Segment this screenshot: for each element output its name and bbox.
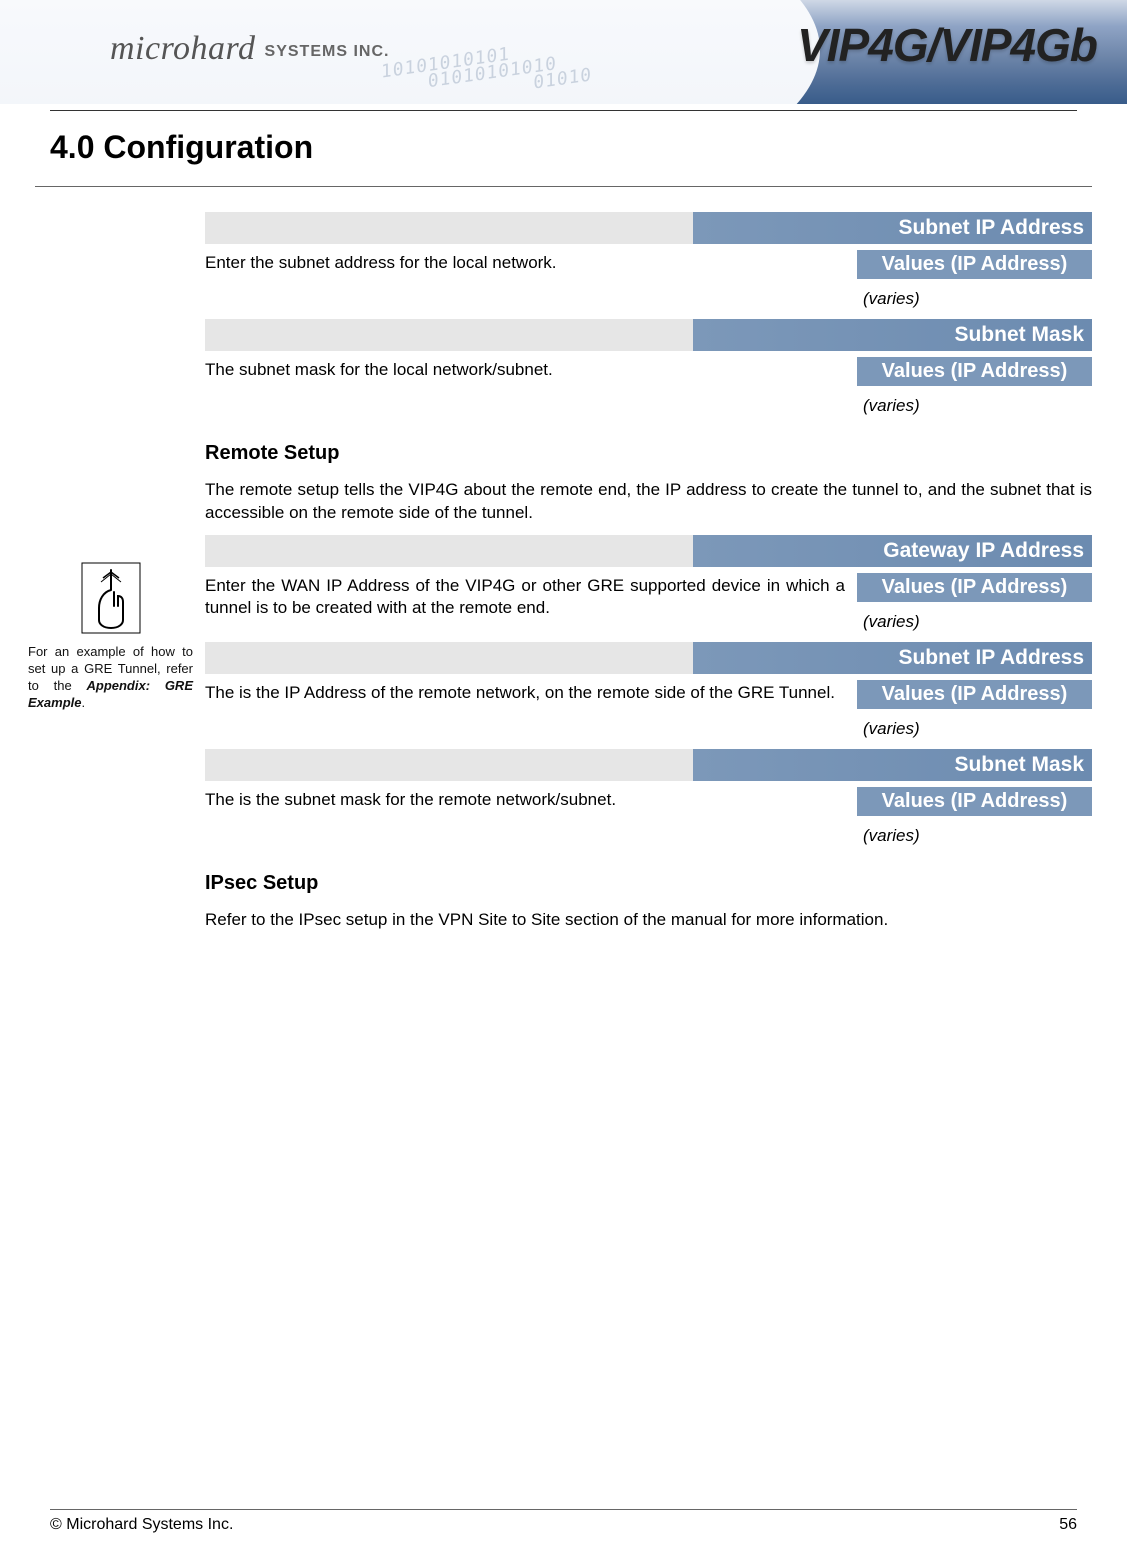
param-desc: The subnet mask for the local network/su… — [205, 357, 857, 381]
value-badge: Values (IP Address) — [857, 250, 1092, 279]
value-badge: Values (IP Address) — [857, 787, 1092, 816]
param-title: Gateway IP Address — [883, 539, 1084, 563]
param-title: Subnet Mask — [954, 753, 1084, 777]
main-content: Subnet IP Address Enter the subnet addre… — [205, 202, 1127, 936]
product-name: VIP4G/VIP4Gb — [797, 18, 1097, 72]
subheading-ipsec-setup: IPsec Setup — [205, 872, 1092, 895]
footer-divider — [50, 1509, 1077, 1510]
param-desc: Enter the subnet address for the local n… — [205, 250, 857, 274]
param-title: Subnet Mask — [954, 323, 1084, 347]
param-row: The subnet mask for the local network/su… — [205, 357, 1092, 416]
value-badge: Values (IP Address) — [857, 357, 1092, 386]
param-value-col: Values (IP Address) (varies) — [857, 680, 1092, 739]
subheading-remote-setup: Remote Setup — [205, 442, 1092, 465]
hand-point-icon — [81, 562, 141, 634]
page-footer: © Microhard Systems Inc. 56 — [50, 1501, 1077, 1534]
section-title: 4.0 Configuration — [50, 129, 1127, 166]
value-note: (varies) — [863, 612, 1092, 632]
param-title-bar: Subnet Mask — [205, 749, 1092, 781]
content-top-divider — [35, 186, 1092, 187]
header-divider — [50, 110, 1077, 111]
param-title-bar: Subnet IP Address — [205, 642, 1092, 674]
company-suffix: SYSTEMS INC. — [265, 43, 390, 60]
param-value-col: Values (IP Address) (varies) — [857, 357, 1092, 416]
ipsec-setup-text: Refer to the IPsec setup in the VPN Site… — [205, 909, 1092, 932]
param-title-bar: Subnet Mask — [205, 319, 1092, 351]
sidebar-note: For an example of how to set up a GRE Tu… — [0, 202, 205, 712]
value-note: (varies) — [863, 289, 1092, 309]
sidebar-note-text2: . — [81, 695, 85, 710]
value-badge: Values (IP Address) — [857, 680, 1092, 709]
value-note: (varies) — [863, 396, 1092, 416]
param-value-col: Values (IP Address) (varies) — [857, 787, 1092, 846]
param-row: The is the IP Address of the remote netw… — [205, 680, 1092, 739]
param-title: Subnet IP Address — [898, 216, 1084, 240]
param-title-bar: Gateway IP Address — [205, 535, 1092, 567]
param-desc: The is the IP Address of the remote netw… — [205, 680, 857, 704]
param-row: The is the subnet mask for the remote ne… — [205, 787, 1092, 846]
footer-copyright: © Microhard Systems Inc. — [50, 1516, 233, 1534]
param-title-bar: Subnet IP Address — [205, 212, 1092, 244]
remote-setup-text: The remote setup tells the VIP4G about t… — [205, 479, 1092, 525]
company-logo-text: microhard SYSTEMS INC. — [110, 30, 389, 68]
value-note: (varies) — [863, 826, 1092, 846]
value-note: (varies) — [863, 719, 1092, 739]
param-value-col: Values (IP Address) (varies) — [857, 250, 1092, 309]
page-header: 10101010101 01010101010 01010 microhard … — [0, 0, 1127, 104]
company-brand: microhard — [110, 30, 256, 67]
param-row: Enter the WAN IP Address of the VIP4G or… — [205, 573, 1092, 632]
param-desc: Enter the WAN IP Address of the VIP4G or… — [205, 573, 857, 619]
param-value-col: Values (IP Address) (varies) — [857, 573, 1092, 632]
param-title: Subnet IP Address — [898, 646, 1084, 670]
param-desc: The is the subnet mask for the remote ne… — [205, 787, 857, 811]
param-row: Enter the subnet address for the local n… — [205, 250, 1092, 309]
value-badge: Values (IP Address) — [857, 573, 1092, 602]
footer-page-number: 56 — [1059, 1516, 1077, 1534]
